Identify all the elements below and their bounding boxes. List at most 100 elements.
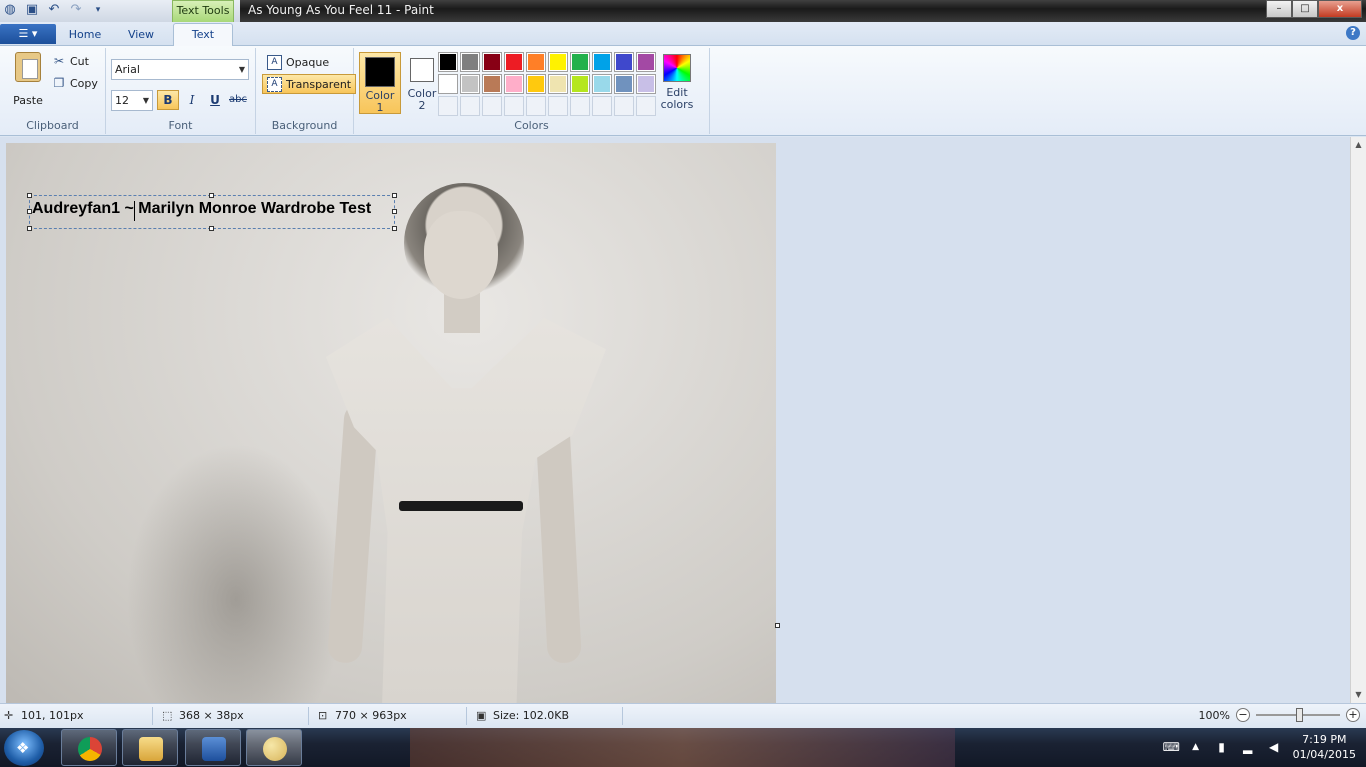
clock[interactable]: 7:19 PM 01/04/2015 (1293, 732, 1356, 762)
palette-swatch[interactable] (482, 52, 502, 72)
palette-swatch[interactable] (438, 52, 458, 72)
palette-empty-swatch[interactable] (460, 96, 480, 116)
palette-swatch[interactable] (504, 52, 524, 72)
canvas-text[interactable]: Audreyfan1 ~ Marilyn Monroe Wardrobe Tes… (32, 200, 371, 218)
palette-swatch[interactable] (614, 74, 634, 94)
help-icon[interactable]: ? (1346, 26, 1360, 40)
close-button[interactable]: x (1318, 0, 1362, 18)
palette-swatch[interactable] (460, 52, 480, 72)
vertical-scrollbar[interactable]: ▲ ▼ (1350, 137, 1366, 703)
italic-button[interactable]: I (181, 90, 203, 110)
status-separator (152, 707, 153, 725)
palette-swatch[interactable] (548, 74, 568, 94)
minimize-button[interactable]: – (1266, 0, 1292, 18)
palette-swatch[interactable] (614, 52, 634, 72)
scroll-up-icon[interactable]: ▲ (1351, 137, 1366, 153)
palette-empty-swatch[interactable] (504, 96, 524, 116)
resize-handle-nw[interactable] (27, 193, 32, 198)
tab-text[interactable]: Text (173, 23, 233, 47)
palette-swatch[interactable] (526, 74, 546, 94)
scroll-down-icon[interactable]: ▼ (1351, 687, 1366, 703)
palette-swatch-fill (506, 76, 522, 92)
canvas-image[interactable]: Audreyfan1 ~ Marilyn Monroe Wardrobe Tes… (6, 143, 776, 703)
zoom-slider[interactable] (1256, 708, 1340, 722)
zoom-slider-thumb[interactable] (1296, 708, 1303, 722)
palette-swatch-fill (550, 76, 566, 92)
color1-button[interactable]: Color 1 (359, 52, 401, 114)
strikethrough-button[interactable]: abc (227, 90, 249, 110)
palette-swatch[interactable] (526, 52, 546, 72)
resize-handle-ne[interactable] (392, 193, 397, 198)
font-family-select[interactable]: Arial ▼ (111, 59, 249, 80)
palette-empty-swatch[interactable] (482, 96, 502, 116)
palette-swatch[interactable] (460, 74, 480, 94)
paste-button[interactable]: Paste (8, 52, 48, 107)
edit-colors-button[interactable]: Edit colors (660, 52, 694, 111)
undo-icon[interactable]: ↶ (46, 2, 62, 18)
resize-handle-w[interactable] (27, 209, 32, 214)
bold-button[interactable]: B (157, 90, 179, 110)
volume-icon[interactable]: ◀ (1267, 740, 1281, 754)
transparent-label: Transparent (286, 77, 352, 91)
status-selection-size: ⬚ 368 × 38px (162, 708, 244, 722)
text-caret (134, 201, 135, 221)
palette-empty-swatch[interactable] (592, 96, 612, 116)
tab-home[interactable]: Home (60, 25, 110, 46)
taskbar-chrome[interactable] (61, 729, 117, 766)
keyboard-icon[interactable]: ⌨ (1163, 740, 1180, 754)
save-icon[interactable]: ▣ (24, 2, 40, 18)
palette-empty-swatch[interactable] (548, 96, 568, 116)
window-title: As Young As You Feel 11 - Paint (248, 3, 434, 17)
network-signal-icon[interactable]: ▂ (1241, 740, 1255, 754)
palette-swatch[interactable] (592, 74, 612, 94)
customize-dropdown-icon[interactable]: ▾ (90, 2, 106, 18)
palette-empty-swatch[interactable] (614, 96, 634, 116)
palette-swatch[interactable] (592, 52, 612, 72)
taskbar-paint[interactable] (246, 729, 302, 766)
file-menu-button[interactable]: ☰ ▾ (0, 24, 56, 44)
paint-app-icon[interactable]: ◍ (2, 2, 18, 18)
palette-empty-swatch[interactable] (526, 96, 546, 116)
maximize-button[interactable]: □ (1292, 0, 1318, 18)
palette-swatch-fill (616, 54, 632, 70)
canvas-area[interactable]: Audreyfan1 ~ Marilyn Monroe Wardrobe Tes… (0, 137, 1350, 703)
taskbar-word[interactable] (185, 729, 241, 766)
resize-handle-se[interactable] (392, 226, 397, 231)
cut-button[interactable]: ✂ Cut (52, 54, 89, 68)
transparent-button[interactable]: A Transparent (262, 74, 357, 94)
resize-handle-s[interactable] (209, 226, 214, 231)
redo-icon[interactable]: ↷ (68, 2, 84, 18)
copy-button[interactable]: ❐ Copy (52, 76, 98, 90)
status-image-size: ⊡ 770 × 963px (318, 708, 407, 722)
palette-empty-swatch[interactable] (438, 96, 458, 116)
opaque-button[interactable]: A Opaque (262, 52, 334, 72)
palette-empty-swatch[interactable] (636, 96, 656, 116)
text-selection-box[interactable]: Audreyfan1 ~ Marilyn Monroe Wardrobe Tes… (27, 193, 397, 231)
palette-swatch[interactable] (636, 74, 656, 94)
palette-swatch[interactable] (636, 52, 656, 72)
copy-icon: ❐ (53, 76, 65, 90)
palette-swatch[interactable] (548, 52, 568, 72)
photo-face (424, 211, 498, 299)
palette-swatch[interactable] (482, 74, 502, 94)
power-icon[interactable]: ▮ (1215, 740, 1229, 754)
zoom-out-button[interactable]: − (1236, 708, 1250, 722)
resize-handle-n[interactable] (209, 193, 214, 198)
resize-handle-sw[interactable] (27, 226, 32, 231)
zoom-in-button[interactable]: + (1346, 708, 1360, 722)
font-size-select[interactable]: 12 ▼ (111, 90, 153, 111)
palette-swatch[interactable] (570, 74, 590, 94)
color2-button[interactable]: Color 2 (401, 52, 443, 114)
resize-handle-e[interactable] (392, 209, 397, 214)
show-hidden-icons-icon[interactable]: ▲ (1189, 740, 1203, 754)
palette-swatch[interactable] (570, 52, 590, 72)
underline-button[interactable]: U (204, 90, 226, 110)
tab-view[interactable]: View (114, 25, 168, 46)
paint-icon (263, 737, 287, 761)
start-button[interactable]: ❖ (4, 730, 44, 766)
canvas-resize-handle[interactable] (775, 623, 780, 628)
palette-swatch[interactable] (438, 74, 458, 94)
palette-empty-swatch[interactable] (570, 96, 590, 116)
palette-swatch[interactable] (504, 74, 524, 94)
taskbar-explorer[interactable] (122, 729, 178, 766)
